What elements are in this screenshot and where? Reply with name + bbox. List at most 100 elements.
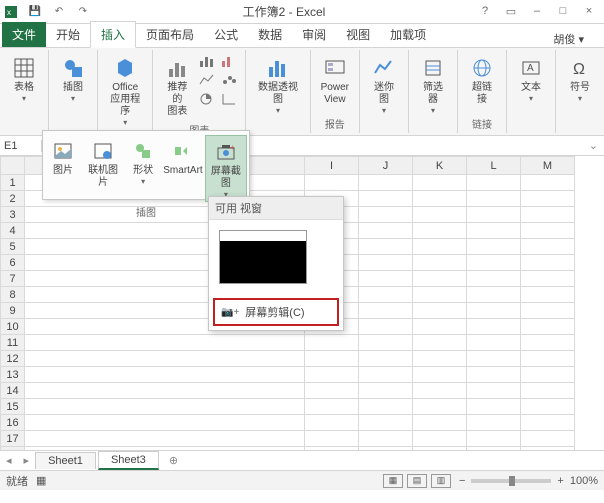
screen-clip-label: 屏幕剪辑(C) [245,304,304,320]
chevron-down-icon: ▾ [431,106,435,115]
chart-type-4[interactable] [219,52,239,70]
minimize-icon[interactable]: – [526,5,548,18]
table-icon [10,54,38,82]
chevron-down-icon: ▾ [141,177,145,186]
add-sheet-button[interactable]: ⊕ [161,454,186,467]
col-header[interactable]: K [413,157,467,175]
hyperlink-button[interactable]: 超链接 [464,52,500,108]
row-header[interactable]: 1 [1,175,25,191]
screenshot-button[interactable]: + 屏幕截图 ▾ [205,135,247,202]
shapes-button[interactable]: 形状 ▾ [125,135,161,202]
chart-type-5[interactable] [219,71,239,89]
row-header[interactable]: 8 [1,287,25,303]
group-label-links: 链接 [472,116,492,131]
row-header[interactable]: 3 [1,207,25,223]
col-header[interactable]: L [467,157,521,175]
office-apps-button[interactable]: Office 应用程序 ▾ [104,52,146,129]
save-icon[interactable]: 💾 [28,5,42,19]
window-title: 工作簿2 - Excel [94,3,474,20]
view-page-break[interactable]: ▥ [431,474,451,488]
status-indicator-icon: ▦ [36,474,46,487]
screen-clip-item[interactable]: 📷+ 屏幕剪辑(C) [213,298,339,326]
zoom-slider[interactable] [471,479,551,483]
maximize-icon[interactable]: □ [552,5,574,18]
select-all-corner[interactable] [1,157,25,175]
ribbon-options-icon[interactable]: ▭ [500,5,522,18]
tab-home[interactable]: 开始 [46,22,90,47]
pivot-chart-button[interactable]: 数据透视图 ▾ [252,52,303,117]
col-header[interactable]: I [305,157,359,175]
chevron-down-icon: ▾ [529,94,533,103]
row-header[interactable]: 16 [1,415,25,431]
chart-type-6[interactable] [219,90,239,108]
row-header[interactable]: 6 [1,255,25,271]
help-icon[interactable]: ? [474,5,496,18]
symbol-button[interactable]: Ω 符号 ▾ [562,52,598,105]
tab-review[interactable]: 审阅 [292,22,336,47]
col-header[interactable]: M [521,157,575,175]
window-thumbnail[interactable] [219,230,307,284]
chart-type-2[interactable] [197,71,217,89]
row-header[interactable]: 7 [1,271,25,287]
tab-file[interactable]: 文件 [2,22,46,47]
text-button[interactable]: A 文本 ▾ [513,52,549,105]
chart-type-1[interactable] [197,52,217,70]
undo-icon[interactable]: ↶ [52,5,66,19]
row-header[interactable]: 14 [1,383,25,399]
row-header[interactable]: 2 [1,191,25,207]
tab-view[interactable]: 视图 [336,22,380,47]
online-picture-button[interactable]: 联机图片 [83,135,123,202]
row-header[interactable]: 9 [1,303,25,319]
col-header[interactable]: J [359,157,413,175]
excel-icon: x [4,5,18,19]
svg-text:A: A [527,63,534,74]
sheet-nav-next[interactable]: ▸ [18,454,36,467]
sheet-tab[interactable]: Sheet1 [35,452,96,469]
sheet-tab-active[interactable]: Sheet3 [98,451,159,470]
row-header[interactable]: 5 [1,239,25,255]
smartart-icon [169,137,197,165]
view-normal[interactable]: ▦ [383,474,403,488]
row-header[interactable]: 13 [1,367,25,383]
chevron-down-icon: ▾ [276,106,280,115]
close-icon[interactable]: × [578,5,600,18]
picture-button[interactable]: 图片 [45,135,81,202]
user-account[interactable]: 胡俊 ▾ [553,31,604,47]
zoom-level[interactable]: 100% [570,475,598,487]
tab-layout[interactable]: 页面布局 [136,22,204,47]
group-label-reports: 报告 [325,116,345,131]
row-header[interactable]: 15 [1,399,25,415]
tab-data[interactable]: 数据 [248,22,292,47]
picture-icon [49,137,77,165]
row-header[interactable]: 17 [1,431,25,447]
row-header[interactable]: 11 [1,335,25,351]
row-header[interactable]: 4 [1,223,25,239]
illustrations-dropdown: 图片 联机图片 形状 ▾ SmartArt + 屏幕截图 ▾ 插图 [42,130,250,200]
smartart-button[interactable]: SmartArt [163,135,203,202]
tab-insert[interactable]: 插入 [90,21,136,48]
zoom-in[interactable]: + [557,475,563,487]
redo-icon[interactable]: ↷ [76,5,90,19]
chart-type-3[interactable] [197,90,217,108]
tab-addins[interactable]: 加载项 [380,22,436,47]
slicer-button[interactable]: 筛选器 ▾ [415,52,451,117]
status-ready: 就绪 [6,473,28,489]
zoom-out[interactable]: − [459,475,465,487]
power-view-icon [321,54,349,82]
view-page-layout[interactable]: ▤ [407,474,427,488]
row-header[interactable]: 18 [1,447,25,451]
power-view-button[interactable]: Power View [317,52,353,108]
row-header[interactable]: 10 [1,319,25,335]
illustrations-button[interactable]: 插图 ▾ [55,52,91,105]
camera-icon: + [212,138,240,166]
pivot-chart-icon [264,54,292,82]
chevron-down-icon: ▾ [71,94,75,103]
tables-button[interactable]: 表格 ▾ [6,52,42,105]
name-box[interactable]: E1 [0,140,42,152]
formula-expand[interactable]: ⌄ [583,139,604,152]
row-header[interactable]: 12 [1,351,25,367]
recommended-charts-button[interactable]: 推荐的 图表 [159,52,195,120]
tab-formulas[interactable]: 公式 [204,22,248,47]
sheet-nav-prev[interactable]: ◂ [0,454,18,467]
sparkline-button[interactable]: 迷你图 ▾ [366,52,402,117]
